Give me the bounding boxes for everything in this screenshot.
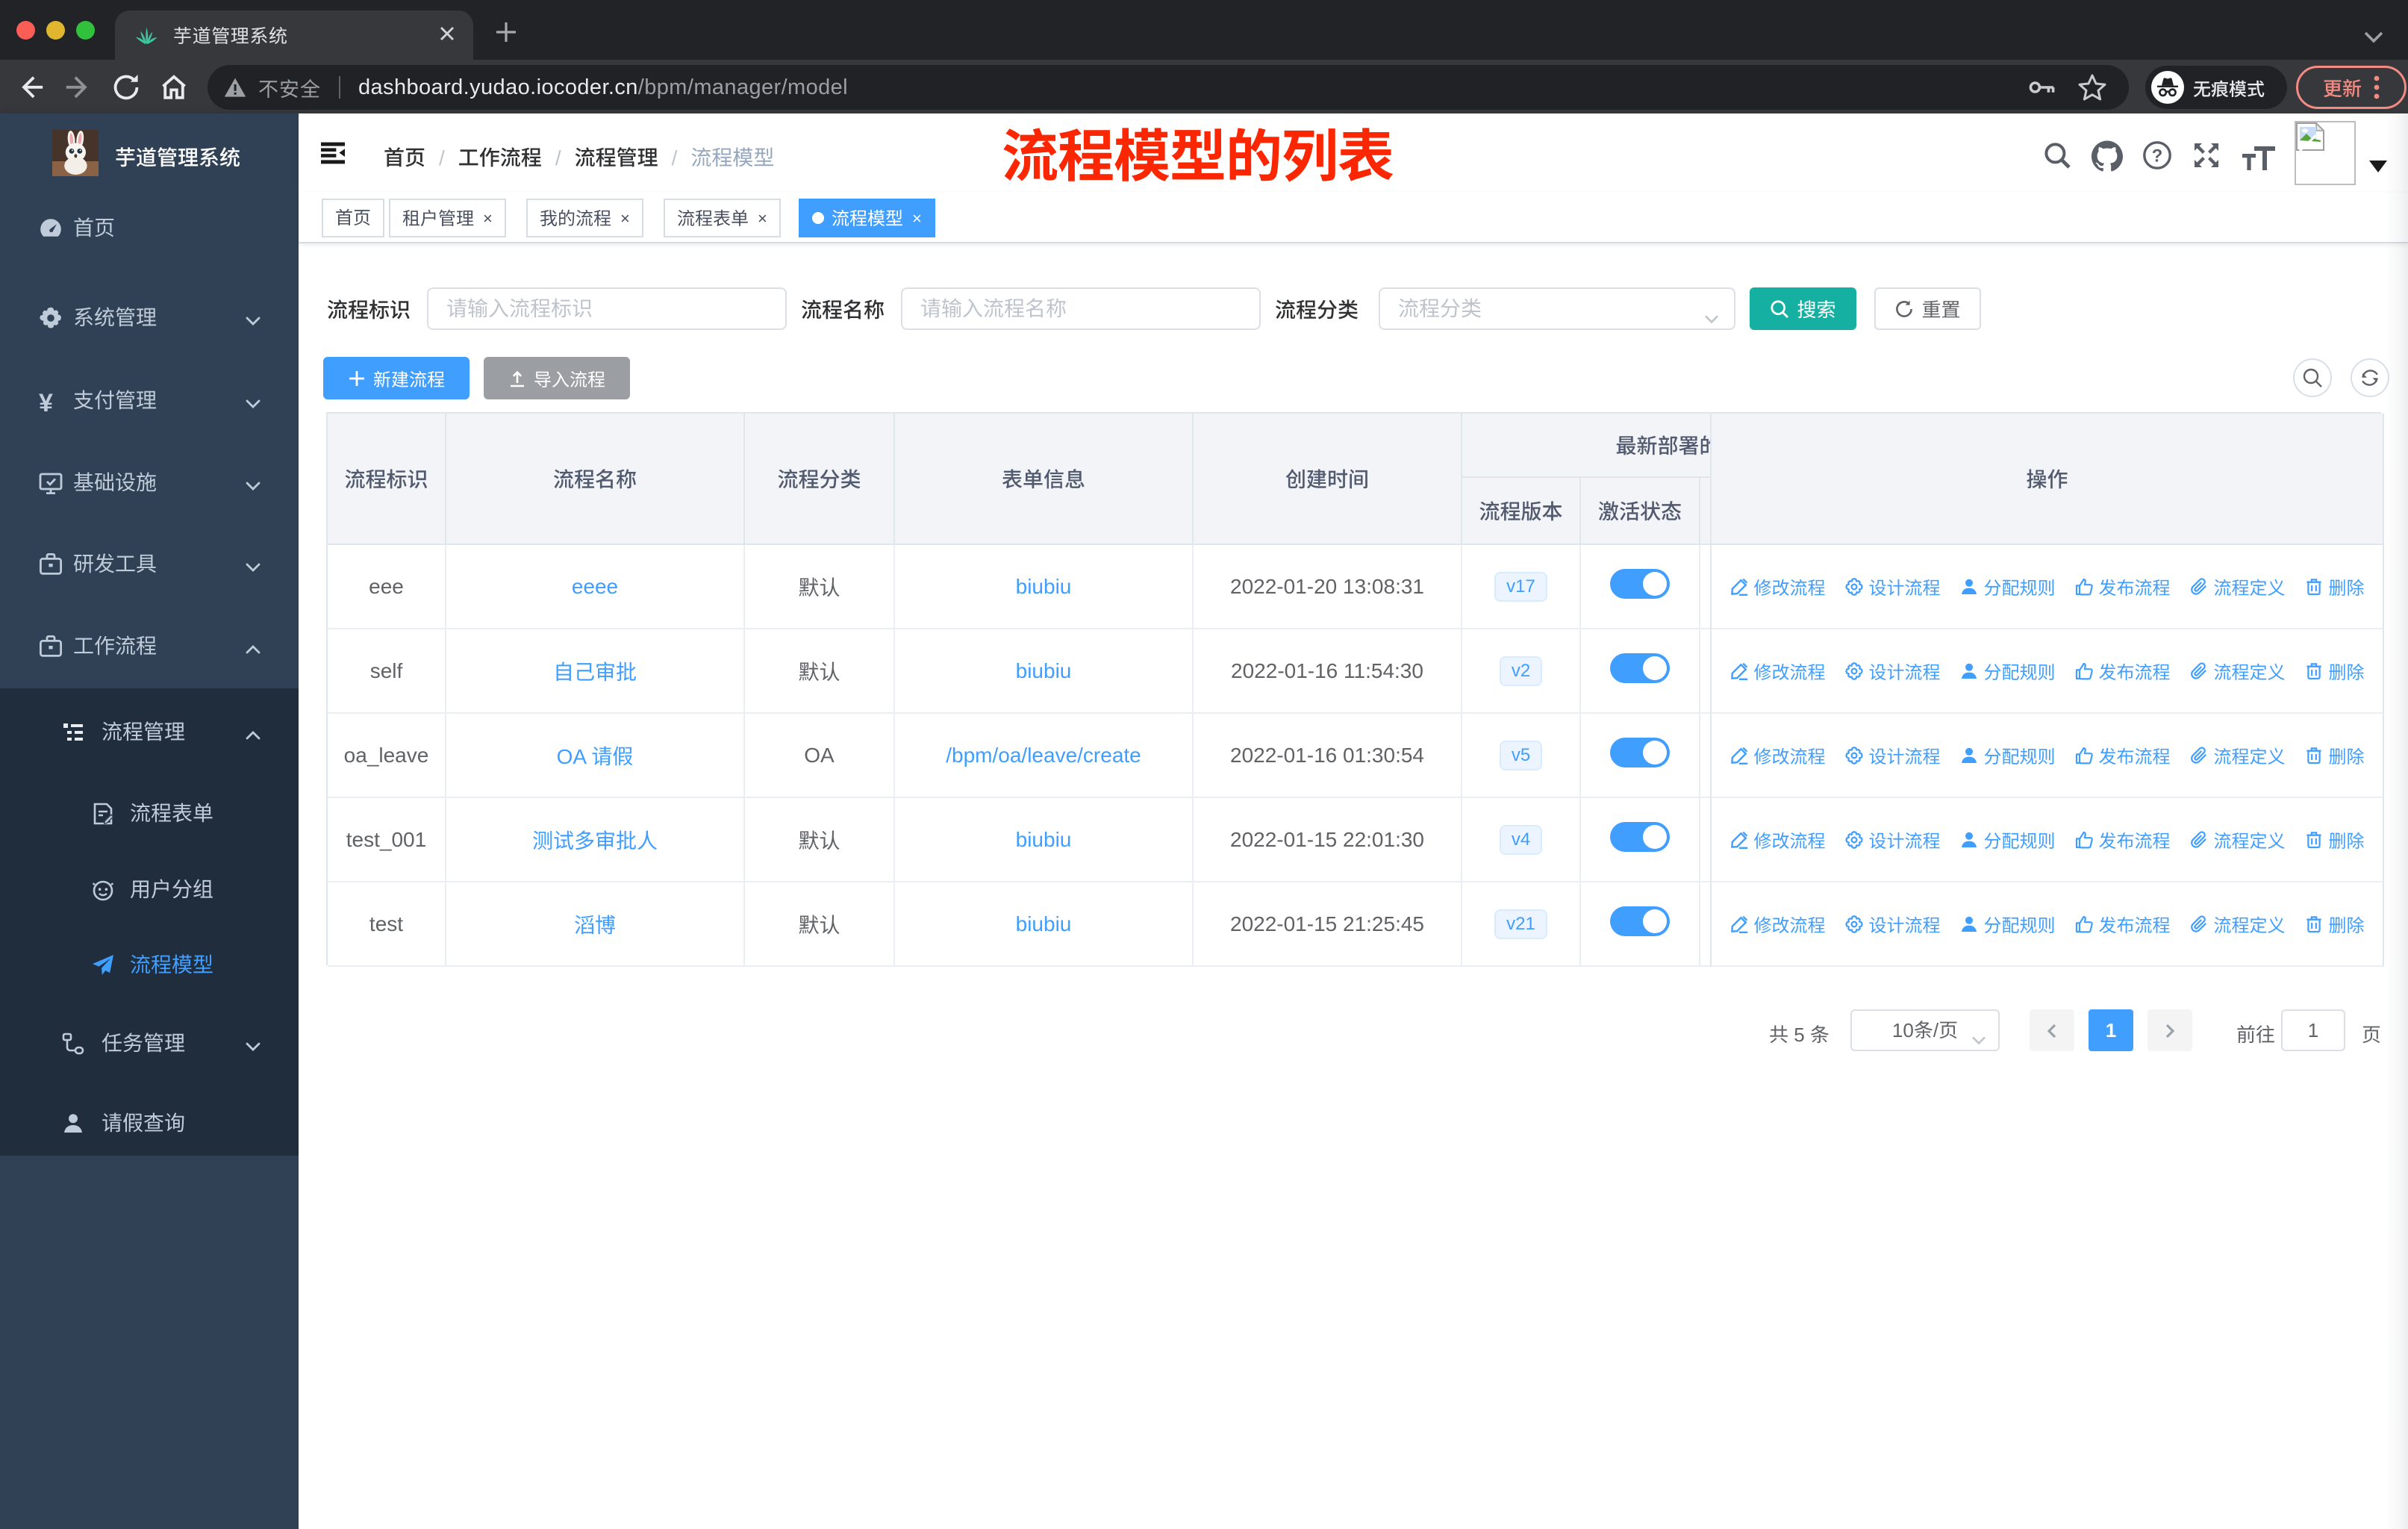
svg-text:?: ? xyxy=(2152,146,2163,166)
